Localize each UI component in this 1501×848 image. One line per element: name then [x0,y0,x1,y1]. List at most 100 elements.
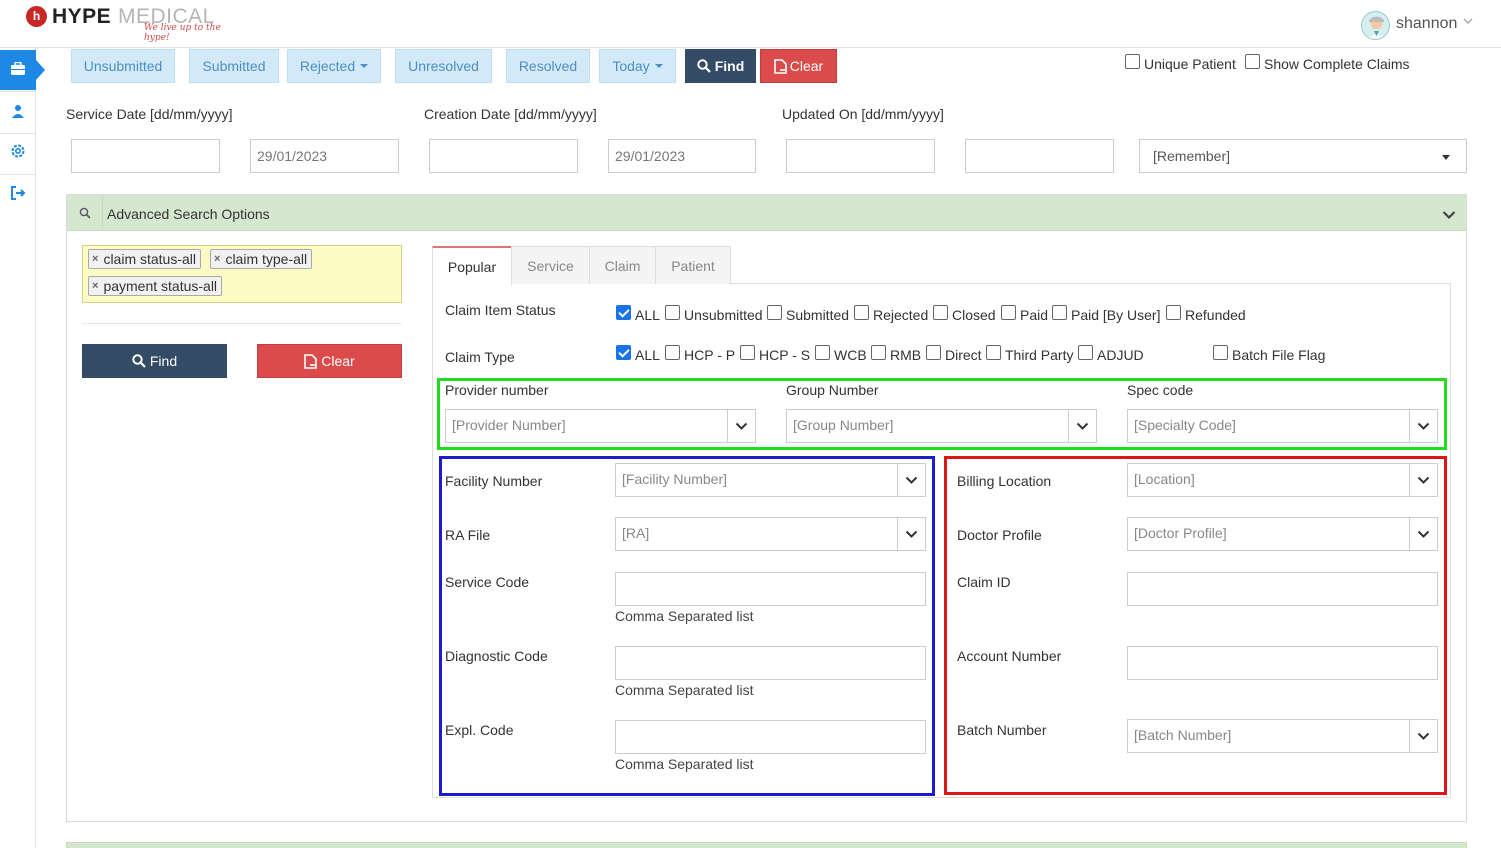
checkbox-label: Unsubmitted [684,307,763,323]
updated-on-to-input[interactable] [965,139,1114,173]
select-placeholder: [RA] [622,525,650,541]
claim-item-status-label: Claim Item Status [445,302,556,318]
filter-today-dropdown[interactable]: Today [599,49,676,83]
doctor-profile-select[interactable]: [Doctor Profile] [1127,517,1438,551]
group-number-select[interactable]: [Group Number] [786,409,1097,443]
service-code-input[interactable] [615,572,926,606]
sign-out-icon [10,185,26,203]
claim-type-rmb-checkbox[interactable] [871,345,886,360]
tag-label: payment status-all [103,278,218,294]
chevron-down-icon[interactable] [1442,207,1456,223]
filter-tag[interactable]: × claim type-all [210,249,313,269]
claim-status-paid-checkbox[interactable] [1001,305,1016,320]
chevron-down-icon [1409,518,1437,550]
tab-label: Claim [604,257,641,274]
sidebar-item-logout[interactable] [0,174,36,214]
unique-patient-checkbox[interactable] [1125,54,1140,69]
checkbox-label: Paid [1020,307,1049,323]
creation-date-from-input[interactable] [429,139,578,173]
expl-code-hint: Comma Separated list [615,756,754,772]
claim-status-rejected-checkbox[interactable] [854,305,869,320]
advanced-clear-button[interactable]: Clear [257,344,402,378]
doctor-profile-label: Doctor Profile [957,527,1042,543]
tab-patient[interactable]: Patient [655,246,731,284]
ra-file-select[interactable]: [RA] [615,517,926,551]
creation-date-label: Creation Date [dd/mm/yyyy] [424,106,597,122]
app-logo[interactable]: h HYPE MEDICAL We live up to the hype! [0,0,240,43]
user-name[interactable]: shannon [1396,15,1457,33]
account-number-input[interactable] [1127,646,1438,680]
find-button[interactable]: Find [685,49,756,83]
filter-tag[interactable]: × payment status-all [88,276,223,296]
caret-down-icon [654,64,663,68]
diagnostic-code-label: Diagnostic Code [445,648,548,664]
diagnostic-code-input[interactable] [615,646,926,680]
button-label: Find [149,353,178,369]
expl-code-input[interactable] [615,720,926,754]
service-date-to-input[interactable]: 29/01/2023 [250,139,399,173]
filter-submitted-button[interactable]: Submitted [189,49,279,83]
provider-number-select[interactable]: [Provider Number] [445,409,756,443]
select-placeholder: [Provider Number] [452,417,566,433]
avatar[interactable] [1361,11,1390,40]
button-label: Unsubmitted [83,58,163,74]
filter-rejected-dropdown[interactable]: Rejected [287,49,381,83]
chevron-down-icon[interactable] [1463,15,1473,29]
claim-status-closed-checkbox[interactable] [933,305,948,320]
facility-number-select[interactable]: [Facility Number] [615,463,926,497]
advanced-search-header[interactable] [67,195,1466,231]
checkbox-label: WCB [834,347,867,363]
updated-on-from-input[interactable] [786,139,935,173]
batch-number-select[interactable]: [Batch Number] [1127,719,1438,753]
claim-type-all-checkbox[interactable] [616,345,631,360]
checkbox-label: ALL [635,347,660,363]
filter-unresolved-button[interactable]: Unresolved [395,49,492,83]
show-complete-claims-label: Show Complete Claims [1264,56,1410,72]
claim-type-hcp-p-checkbox[interactable] [665,345,680,360]
claim-type-hcp-s-checkbox[interactable] [740,345,755,360]
billing-location-select[interactable]: [Location] [1127,463,1438,497]
sidebar-item-claims[interactable] [0,50,45,90]
select-placeholder: [Specialty Code] [1134,417,1236,433]
tab-popular[interactable]: Popular [432,246,512,285]
filter-tag[interactable]: × claim status-all [88,249,202,269]
group-number-label: Group Number [786,382,879,398]
user-doctor-icon [11,104,25,121]
tab-service[interactable]: Service [511,246,590,284]
filter-resolved-button[interactable]: Resolved [506,49,590,83]
sidebar-item-settings[interactable] [0,132,36,172]
service-date-from-input[interactable] [71,139,220,173]
tag-label: claim type-all [225,251,308,267]
tab-label: Popular [447,258,497,275]
claim-status-submitted-checkbox[interactable] [767,305,782,320]
remember-select[interactable]: [Remember] [1139,139,1467,173]
checkbox-label: RMB [890,347,922,363]
remove-tag-icon[interactable]: × [92,253,98,265]
claim-id-input[interactable] [1127,572,1438,606]
claim-type-adjud-checkbox[interactable] [1078,345,1093,360]
button-label: Clear [321,353,355,369]
filter-unsubmitted-button[interactable]: Unsubmitted [71,49,175,83]
claim-status-unsubmitted-checkbox[interactable] [665,305,680,320]
provider-number-label: Provider number [445,382,549,398]
briefcase-icon [10,61,26,79]
checkbox-label: Third Party [1005,347,1074,363]
remove-tag-icon[interactable]: × [214,253,220,265]
tab-claim[interactable]: Claim [589,246,656,284]
claim-status-paid-by-user-checkbox[interactable] [1052,305,1067,320]
clear-button[interactable]: Clear [760,49,837,83]
claim-status-all-checkbox[interactable] [616,305,631,320]
creation-date-to-input[interactable]: 29/01/2023 [608,139,756,173]
advanced-find-button[interactable]: Find [82,344,227,378]
advanced-search-title: Advanced Search Options [107,206,270,222]
sidebar-item-doctors[interactable] [0,92,36,132]
claim-type-third-party-checkbox[interactable] [986,345,1001,360]
search-icon [697,59,711,73]
batch-file-flag-checkbox[interactable] [1213,345,1228,360]
show-complete-claims-checkbox[interactable] [1245,54,1260,69]
remove-tag-icon[interactable]: × [92,280,98,292]
spec-code-select[interactable]: [Specialty Code] [1127,409,1438,443]
claim-status-refunded-checkbox[interactable] [1166,305,1181,320]
claim-type-direct-checkbox[interactable] [926,345,941,360]
claim-type-wcb-checkbox[interactable] [815,345,830,360]
